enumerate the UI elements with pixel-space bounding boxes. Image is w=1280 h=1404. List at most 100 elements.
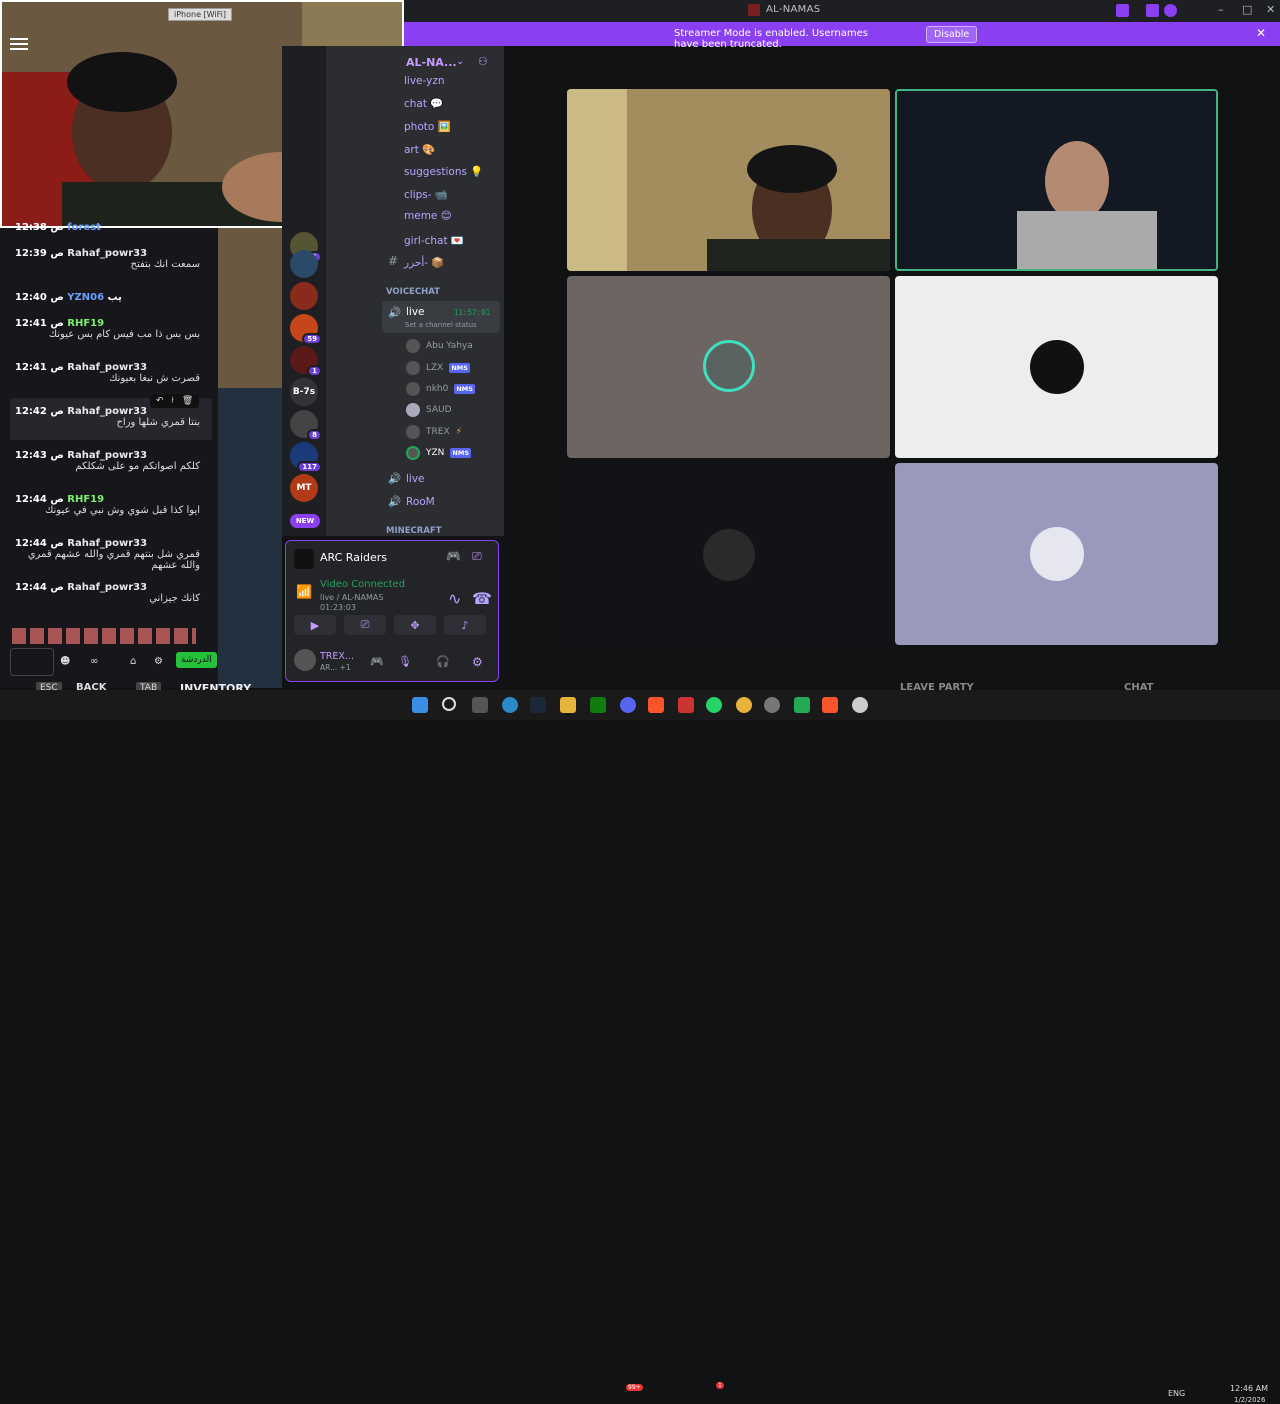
video-tile-avatar[interactable]	[567, 276, 890, 458]
video-tile-avatar[interactable]	[895, 276, 1218, 458]
chevron-down-icon[interactable]: ⌄	[456, 56, 464, 67]
chat-avatar-button[interactable]	[10, 648, 54, 676]
voice-channel-live-2[interactable]: live	[406, 473, 425, 485]
screen-share-icon[interactable]: ⎚	[472, 549, 482, 564]
server-icon[interactable]	[290, 250, 318, 278]
emote-bar[interactable]	[12, 628, 196, 644]
server-icon[interactable]: 59	[290, 314, 322, 345]
app-icon[interactable]	[678, 697, 694, 713]
close-banner-icon[interactable]: ✕	[1256, 26, 1266, 40]
microphone-icon[interactable]: 🎙	[398, 655, 412, 668]
whatsapp-icon[interactable]	[706, 697, 722, 713]
video-tile-avatar[interactable]	[895, 463, 1218, 645]
file-explorer-icon[interactable]	[560, 697, 576, 713]
app-icon[interactable]	[794, 697, 810, 713]
add-member-icon[interactable]: ⚇	[478, 55, 488, 68]
channel-ajr[interactable]: أحرر- 📦	[404, 256, 444, 269]
windows-start-icon[interactable]	[412, 697, 428, 713]
clock-date[interactable]: 1/2/2026	[1234, 1396, 1265, 1404]
discord-icon[interactable]	[620, 697, 636, 713]
delete-icon[interactable]: 🗑	[182, 396, 193, 406]
server-icon[interactable]: 8	[290, 410, 322, 441]
app-icon[interactable]	[764, 697, 780, 713]
role-tag: NMS	[449, 363, 470, 373]
camera-feed	[897, 91, 1216, 269]
app-icon[interactable]	[852, 697, 868, 713]
close-window-button[interactable]: ✕	[1266, 3, 1275, 16]
steam-icon[interactable]	[530, 697, 546, 713]
lightning-icon: ⚡	[455, 427, 462, 437]
server-name[interactable]: AL-NA...	[406, 56, 457, 69]
video-tile-avatar[interactable]	[567, 463, 890, 645]
noise-suppression-icon[interactable]: ∿	[448, 589, 461, 608]
channel-status-input[interactable]: Set a channel status	[405, 321, 477, 329]
pin-icon[interactable]: ⍿	[172, 396, 174, 406]
clock-time[interactable]: 12:46 AM	[1230, 1384, 1268, 1393]
voice-channel-live[interactable]: live	[406, 306, 425, 318]
emoji-icon[interactable]: ☻	[60, 656, 70, 667]
share-screen-button[interactable]: ⎚	[344, 615, 386, 635]
new-badge[interactable]: NEW	[290, 514, 320, 528]
language-indicator[interactable]: ENG	[1168, 1389, 1185, 1398]
voice-panel: ARC Raiders 🎮 ⎚ 📶 Video Connected live /…	[285, 540, 499, 682]
server-icon[interactable]: 117	[290, 442, 322, 473]
channel-meme[interactable]: meme 😊	[404, 210, 452, 222]
brave-icon[interactable]	[822, 697, 838, 713]
video-tile-camera[interactable]	[895, 89, 1218, 271]
server-icon[interactable]: 1	[290, 346, 322, 377]
xbox-icon[interactable]	[590, 697, 606, 713]
infinity-icon[interactable]: ∞	[90, 656, 98, 667]
disconnect-icon[interactable]: ☎	[472, 589, 492, 608]
voice-user[interactable]: SAUD	[406, 403, 452, 417]
maximize-button[interactable]: □	[1242, 3, 1252, 16]
channel-chat[interactable]: chat 💬	[404, 97, 443, 110]
gear-icon[interactable]: ⚙	[472, 655, 483, 669]
help-icon[interactable]	[1164, 4, 1177, 17]
avatar[interactable]	[294, 649, 316, 671]
inbox-icon[interactable]	[1116, 4, 1129, 17]
chat-send-button[interactable]: الدردشة	[176, 652, 217, 668]
edge-icon[interactable]	[502, 697, 518, 713]
voice-user[interactable]: YZN NMS	[406, 446, 471, 460]
settings-icon[interactable]: ⚙	[154, 656, 163, 667]
channel-suggestions[interactable]: suggestions 💡	[404, 165, 483, 178]
streamer-mode-icon[interactable]	[1146, 4, 1159, 17]
voice-channel-room[interactable]: RooM	[406, 496, 435, 508]
activities-button[interactable]: ✥	[394, 615, 436, 635]
server-mt[interactable]: MT	[290, 474, 318, 502]
store-icon[interactable]: ⌂	[130, 656, 136, 667]
voice-user[interactable]: LZX NMS	[406, 361, 470, 375]
search-icon[interactable]	[442, 697, 456, 711]
controller-icon[interactable]: 🎮	[446, 549, 461, 563]
headphones-icon[interactable]: 🎧	[436, 655, 450, 668]
category-voicechat[interactable]: VOICECHAT	[386, 287, 440, 297]
category-minecraft[interactable]: MINECRAFT	[386, 526, 442, 536]
voice-location[interactable]: live / AL-NAMAS	[320, 593, 383, 602]
task-view-icon[interactable]	[472, 697, 488, 713]
brave-icon[interactable]	[648, 697, 664, 713]
menu-icon[interactable]	[10, 38, 28, 50]
camera-device-label[interactable]: iPhone [WiFi]	[168, 8, 232, 21]
channel-photo[interactable]: photo 🖼️	[404, 120, 451, 133]
server-icon[interactable]	[290, 282, 318, 310]
channel-art[interactable]: art 🎨	[404, 143, 435, 156]
reply-icon[interactable]: ↶	[156, 396, 164, 406]
server-badge: 8	[307, 429, 322, 441]
chrome-icon[interactable]	[736, 697, 752, 713]
current-user-name[interactable]: TREX...	[320, 651, 354, 662]
disable-streamer-mode-button[interactable]: Disable	[926, 26, 978, 43]
avatar	[703, 340, 755, 392]
soundboard-button[interactable]: ♪	[444, 615, 486, 635]
channel-clips[interactable]: clips- 📹	[404, 188, 448, 201]
voice-user[interactable]: Abu Yahya	[406, 339, 473, 353]
camera-button[interactable]: ▶	[294, 615, 336, 635]
minimize-button[interactable]: –	[1218, 3, 1224, 16]
video-tile-camera[interactable]	[567, 89, 890, 271]
server-b7s[interactable]: B-7s	[290, 378, 318, 406]
voice-user[interactable]: TREX ⚡	[406, 425, 462, 439]
channel-live-yzn[interactable]: live-yzn	[404, 75, 445, 87]
channel-girl-chat[interactable]: girl-chat 💌	[404, 234, 464, 247]
controller-icon[interactable]: 🎮	[370, 655, 384, 668]
voice-user[interactable]: nkh0 NMS	[406, 382, 475, 396]
avatar	[1030, 527, 1084, 581]
